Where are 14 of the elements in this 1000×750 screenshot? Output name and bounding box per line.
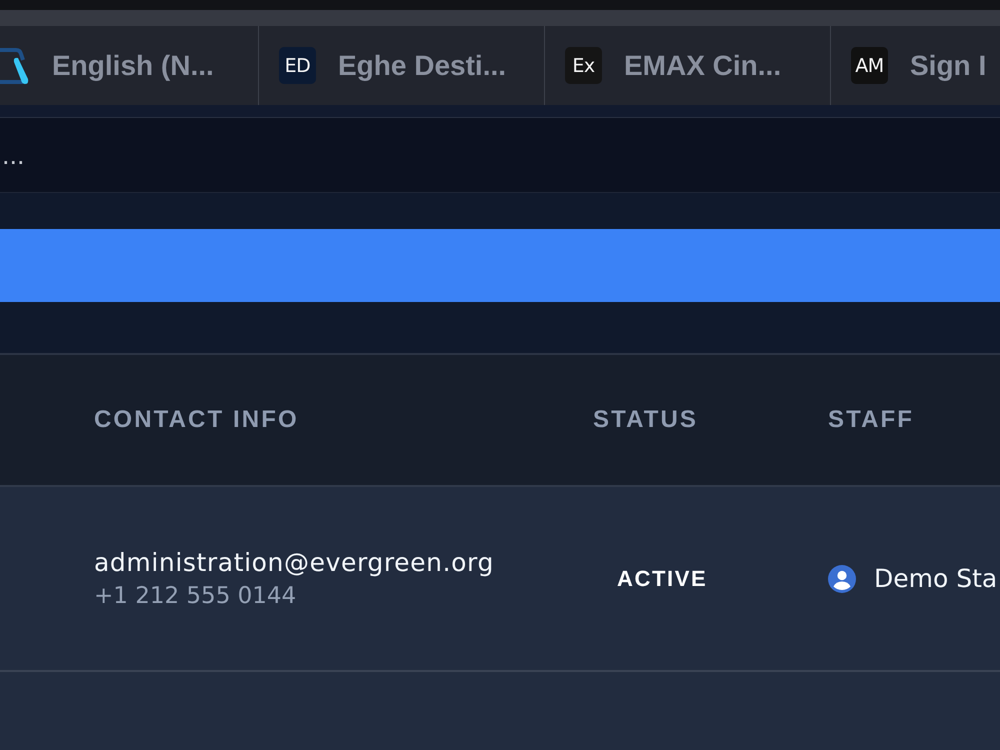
favicon-tile: AM	[851, 47, 888, 84]
favicon-tile: ED	[279, 47, 316, 84]
column-header: CONTACT INFO	[94, 406, 299, 434]
staff-name: Demo Sta	[874, 564, 998, 593]
phone-text: +1 212 555 0144	[94, 582, 296, 610]
action-button[interactable]	[0, 229, 1000, 302]
search-field[interactable]: ...	[0, 118, 1000, 193]
user-icon	[828, 564, 856, 592]
column-header: STATUS	[593, 406, 698, 434]
status-text: ACTIVE	[617, 566, 708, 592]
email-text: administration@evergreen.org	[94, 548, 494, 578]
column-header: STAFF	[828, 406, 914, 434]
logo-icon	[0, 46, 30, 86]
favicon-tile: Ex	[565, 47, 602, 84]
